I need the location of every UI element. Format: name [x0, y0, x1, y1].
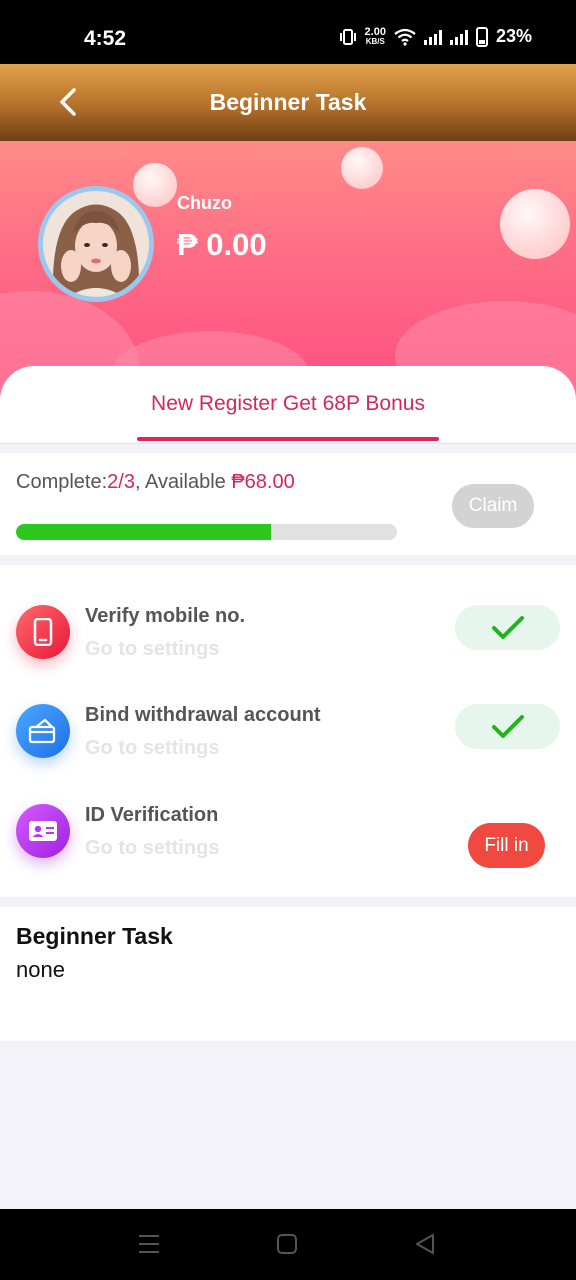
avatar [38, 186, 154, 302]
signal-icon [449, 29, 468, 45]
section-title: Beginner Task [16, 923, 173, 949]
go-to-settings-link[interactable]: Go to settings [85, 737, 219, 760]
menu-icon [139, 1235, 159, 1253]
battery-level: 23% [495, 26, 532, 46]
task-title: ID Verification [85, 804, 219, 826]
page-title: Beginner Task [209, 89, 367, 115]
progress-section: Complete:2/3, Available ₱68.00 Claim [0, 453, 576, 555]
fill-in-button[interactable]: Fill in [468, 823, 545, 868]
available-label: , Available [134, 471, 232, 493]
complete-label: Complete: [16, 471, 108, 493]
beginner-task-info: Beginner Task none [0, 907, 576, 1041]
system-nav-bar [0, 1209, 576, 1280]
task-done-badge [455, 704, 560, 749]
home-icon [277, 1234, 297, 1254]
decor-bubble [133, 163, 177, 207]
status-bar: 4:52 2.00 KB/S 23% [0, 0, 576, 64]
signal-icon [423, 29, 442, 45]
back-triangle-icon [416, 1234, 434, 1254]
network-speed: 2.00 KB/S [364, 25, 386, 47]
task-item-id-verification: ID Verification Go to settings Fill in [0, 804, 576, 894]
recent-apps-button[interactable] [134, 1229, 164, 1259]
task-item-bind-withdrawal: Bind withdrawal account Go to settings [0, 704, 576, 794]
completion-summary: Complete:2/3, Available ₱68.00 [16, 471, 295, 494]
home-button[interactable] [272, 1229, 302, 1259]
speed-unit: KB/S [365, 36, 385, 46]
task-title: Verify mobile no. [85, 605, 246, 627]
task-done-badge [455, 605, 560, 650]
complete-count: 2/3 [107, 471, 135, 493]
checkmark-icon [491, 714, 524, 738]
balance-amount: ₱ 0.00 [177, 227, 267, 262]
battery-icon [475, 26, 488, 47]
task-title: Bind withdrawal account [85, 704, 321, 726]
speed-value: 2.00 [364, 25, 386, 38]
avatar-image [43, 191, 149, 297]
decor-bubble [341, 147, 383, 189]
username: Chuzo [177, 193, 232, 213]
vibrate-icon [339, 28, 356, 45]
available-amount: ₱68.00 [231, 471, 295, 493]
status-icons: 2.00 KB/S 23% [339, 26, 532, 47]
back-nav-button[interactable] [410, 1229, 440, 1259]
task-item-verify-mobile: Verify mobile no. Go to settings [0, 605, 576, 695]
go-to-settings-link[interactable]: Go to settings [85, 638, 219, 661]
phone-icon [16, 605, 70, 659]
app-header: Beginner Task [0, 64, 576, 141]
progress-bar-fill [16, 524, 272, 540]
card-icon [16, 704, 70, 758]
progress-bar [16, 524, 397, 540]
status-time: 4:52 [84, 27, 127, 50]
claim-button[interactable]: Claim [452, 484, 534, 528]
wifi-icon [394, 28, 416, 46]
active-tab-indicator [137, 437, 439, 441]
tab-bar: New Register Get 68P Bonus [0, 366, 576, 444]
profile-banner: Chuzo ₱ 0.00 [0, 141, 576, 401]
task-list: Verify mobile no. Go to settings Bind wi… [0, 565, 576, 897]
id-card-icon [16, 804, 70, 858]
decor-bubble [500, 189, 570, 259]
go-to-settings-link[interactable]: Go to settings [85, 837, 219, 860]
checkmark-icon [491, 615, 524, 639]
section-body: none [16, 957, 65, 982]
tab-new-register-bonus[interactable]: New Register Get 68P Bonus [0, 392, 576, 416]
